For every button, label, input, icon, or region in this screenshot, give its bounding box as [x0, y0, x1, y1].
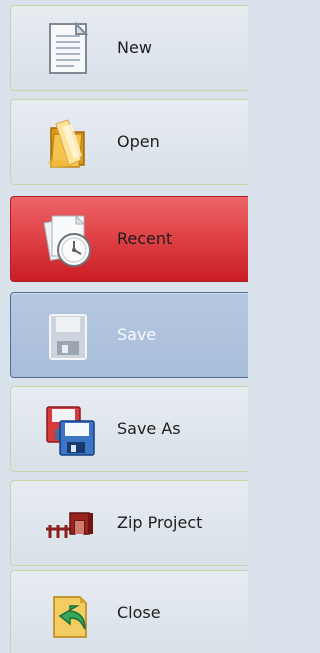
new-menu-item[interactable]: New	[10, 5, 248, 91]
open-menu-item[interactable]: Open	[10, 99, 248, 185]
close-menu-item[interactable]: Close	[10, 570, 248, 653]
zip-project-icon	[36, 491, 100, 555]
close-project-icon	[36, 581, 100, 645]
save-as-label: Save As	[117, 419, 181, 438]
new-label: New	[117, 38, 152, 57]
zip-project-label: Zip Project	[117, 513, 203, 532]
save-as-icon	[36, 397, 100, 461]
save-menu-item[interactable]: Save	[10, 292, 248, 378]
zip-project-menu-item[interactable]: Zip Project	[10, 480, 248, 566]
recent-documents-icon	[36, 207, 100, 271]
recent-menu-item[interactable]: Recent	[10, 196, 248, 282]
save-as-menu-item[interactable]: Save As	[10, 386, 248, 472]
new-document-icon	[36, 16, 100, 80]
file-menu: New Open Recent Save Save As Zip Project…	[0, 0, 248, 653]
close-label: Close	[117, 603, 161, 622]
open-folder-icon	[36, 110, 100, 174]
save-icon	[36, 303, 100, 367]
recent-label: Recent	[117, 229, 173, 248]
save-label: Save	[117, 325, 157, 344]
open-label: Open	[117, 132, 160, 151]
